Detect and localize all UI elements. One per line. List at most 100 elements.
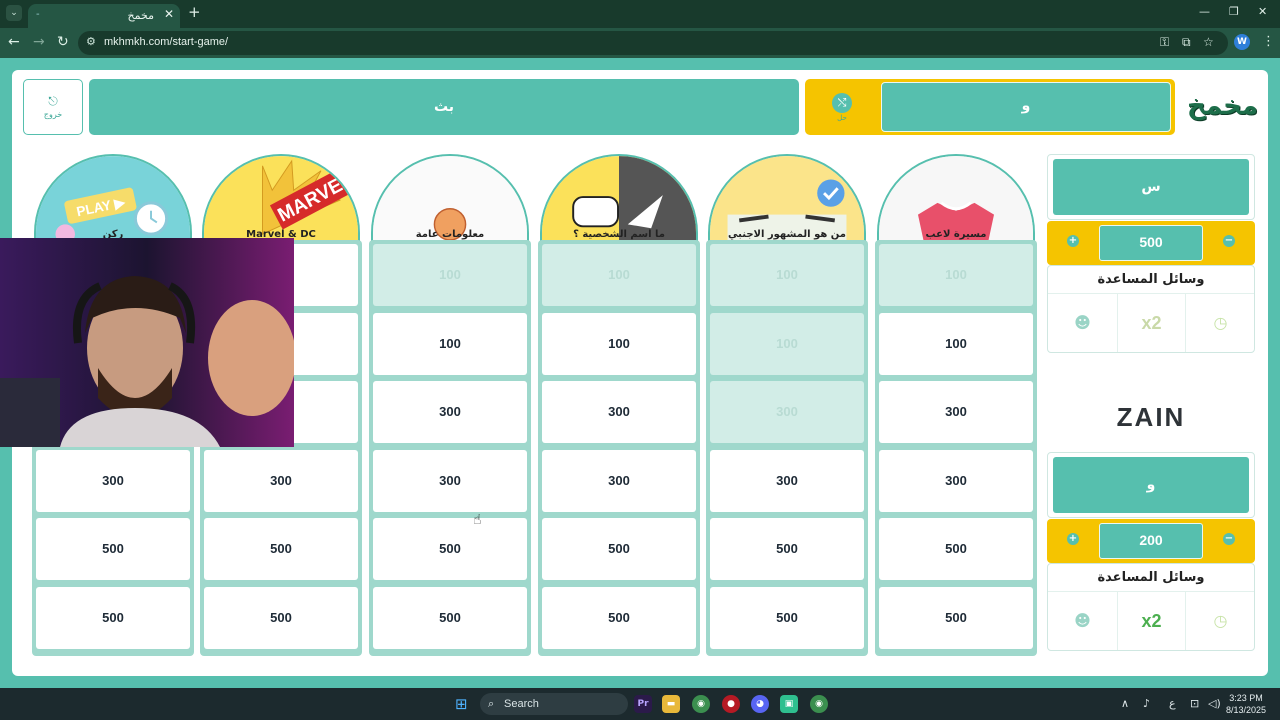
taskbar-clock[interactable]: 3:23 PM 8/13/2025 [1226, 692, 1266, 716]
premiere-icon[interactable]: Pr [634, 695, 652, 713]
question-cell[interactable]: 100 [879, 312, 1033, 375]
question-cell[interactable]: 500 [879, 518, 1033, 580]
category-column: مسيرة لاعب 100 100 300 300 500 500 [875, 154, 1037, 670]
score-increase-icon[interactable]: + [1067, 533, 1079, 545]
browser-menu-icon[interactable]: ⋮ [1262, 34, 1275, 49]
category-column: ما اسم الشخصية ؟ 100 100 300 300 500 500 [538, 154, 700, 670]
help-tools-title: وسائل المساعدة [1048, 564, 1254, 592]
search-label: Search [504, 698, 539, 710]
install-app-icon[interactable]: ⧉ [1182, 35, 1191, 50]
browser-tabbar: ⌄ - مخمخ ✕ + — ❐ ✕ [0, 0, 1280, 28]
password-key-icon[interactable]: ⚿ [1160, 35, 1169, 50]
team-score: 200 [1099, 523, 1203, 559]
question-cell[interactable]: 500 [542, 586, 696, 649]
category-column: معلومات عامة 100 100 300 300 500 500 [369, 154, 531, 670]
question-cell[interactable]: 100 [373, 312, 527, 375]
broadcast-bar: بث [89, 79, 799, 135]
app-red-icon[interactable]: ● [722, 695, 740, 713]
question-cell[interactable]: 500 [710, 586, 864, 649]
bookmark-star-icon[interactable]: ☆ [1203, 35, 1214, 49]
question-cell[interactable]: 500 [373, 518, 527, 580]
answer-label: حل [837, 114, 847, 122]
volume-icon[interactable]: ◁) [1208, 697, 1221, 710]
tab-close-icon[interactable]: ✕ [164, 7, 174, 21]
back-icon[interactable]: ← [8, 34, 20, 50]
question-cell[interactable]: 300 [542, 381, 696, 443]
category-cells: 100100300300500500 [875, 240, 1037, 656]
windows-start-icon[interactable]: ⊞ [455, 696, 471, 712]
answer-button[interactable]: ⤭ حل [829, 93, 855, 122]
question-cell[interactable]: 500 [36, 586, 190, 649]
category-cells: 100100300300500500 [369, 240, 531, 656]
question-cell[interactable]: 300 [879, 381, 1033, 443]
question-cell[interactable]: 500 [373, 586, 527, 649]
tab-favicon-icon: - [36, 9, 40, 20]
discord-icon[interactable]: ◕ [751, 695, 769, 713]
question-cell[interactable]: 300 [710, 449, 864, 512]
file-explorer-icon[interactable]: ▬ [662, 695, 680, 713]
double-points-button[interactable]: x2 [1117, 592, 1186, 650]
score-decrease-icon[interactable]: − [1223, 533, 1235, 545]
question-cell[interactable]: 300 [879, 449, 1033, 512]
new-tab-icon[interactable]: + [188, 3, 201, 21]
question-cell[interactable]: 300 [373, 449, 527, 512]
double-points-button[interactable]: x2 [1117, 294, 1186, 352]
tray-chevron-icon[interactable]: ∧ [1121, 697, 1129, 710]
timer-icon[interactable]: ◷ [1186, 294, 1255, 352]
timer-icon[interactable]: ◷ [1186, 592, 1255, 650]
team-card: س [1047, 154, 1255, 220]
forward-icon[interactable]: → [33, 34, 45, 50]
category-header: MARVEL Marvel & DC [202, 154, 360, 242]
language-indicator[interactable]: ع [1169, 697, 1176, 710]
question-cell[interactable]: 300 [204, 449, 358, 512]
question-cell[interactable]: 500 [542, 518, 696, 580]
score-bar: + 200 − [1047, 519, 1255, 563]
question-cell[interactable]: 300 [36, 449, 190, 512]
question-cell[interactable]: 500 [36, 518, 190, 580]
close-window-icon[interactable]: ✕ [1258, 5, 1267, 18]
microphone-icon[interactable]: ♪ [1143, 697, 1150, 710]
windows-taskbar: ⊞ ⌕ Search Pr ▬ ◉ ● ◕ ▣ ◉ ∧ ♪ ع ⊡ ◁) 3:2… [0, 688, 1280, 720]
question-cell[interactable]: 300 [542, 449, 696, 512]
tab-search-icon[interactable]: ⌄ [6, 5, 22, 21]
taskbar-search[interactable]: ⌕ Search [480, 693, 628, 715]
reload-icon[interactable]: ↻ [57, 34, 69, 50]
maximize-icon[interactable]: ❐ [1229, 5, 1239, 18]
tab-title: مخمخ [127, 9, 154, 22]
x2-icon: x2 [1141, 313, 1162, 333]
browser-tab[interactable]: - مخمخ ✕ [28, 4, 180, 28]
address-bar[interactable]: ⚙ mkhmkh.com/start-game/ ⚿ ⧉ ☆ [78, 31, 1228, 55]
question-cell[interactable]: 500 [204, 518, 358, 580]
webcam-feed [0, 238, 294, 447]
network-icon[interactable]: ⊡ [1190, 697, 1199, 710]
question-cell[interactable]: 500 [710, 518, 864, 580]
score-bar: + 500 − [1047, 221, 1255, 265]
site-info-icon[interactable]: ⚙ [86, 35, 96, 48]
call-friend-icon[interactable]: ☻ [1048, 592, 1117, 650]
exit-button[interactable]: ⎋ خروج [23, 79, 83, 135]
current-turn-box: ⤭ حل و [805, 79, 1175, 135]
mouse-cursor-icon: ☝ [473, 512, 482, 528]
question-cell[interactable]: 500 [879, 586, 1033, 649]
chrome-icon[interactable]: ◉ [692, 695, 710, 713]
question-cell: 100 [373, 244, 527, 306]
current-turn-team: و [881, 82, 1171, 132]
question-cell[interactable]: 300 [373, 381, 527, 443]
help-tools: وسائل المساعدة ☻ x2 ◷ [1047, 563, 1255, 651]
category-header: ما اسم الشخصية ؟ [540, 154, 698, 242]
category-label: من هو المشهور الاجنبي [728, 229, 846, 240]
team-card: و [1047, 452, 1255, 518]
minimize-icon[interactable]: — [1199, 5, 1210, 18]
chrome-profile-icon[interactable]: ◉ [810, 695, 828, 713]
question-cell[interactable]: 500 [204, 586, 358, 649]
webcam-overlay [0, 238, 294, 447]
score-increase-icon[interactable]: + [1067, 235, 1079, 247]
exit-label: خروج [43, 110, 63, 119]
call-friend-icon[interactable]: ☻ [1048, 294, 1117, 352]
profile-avatar[interactable]: W [1234, 34, 1250, 50]
question-cell[interactable]: 100 [542, 312, 696, 375]
score-decrease-icon[interactable]: − [1223, 235, 1235, 247]
app-green-icon[interactable]: ▣ [780, 695, 798, 713]
question-cell: 100 [710, 312, 864, 375]
category-label: معلومات عامة [415, 229, 485, 240]
